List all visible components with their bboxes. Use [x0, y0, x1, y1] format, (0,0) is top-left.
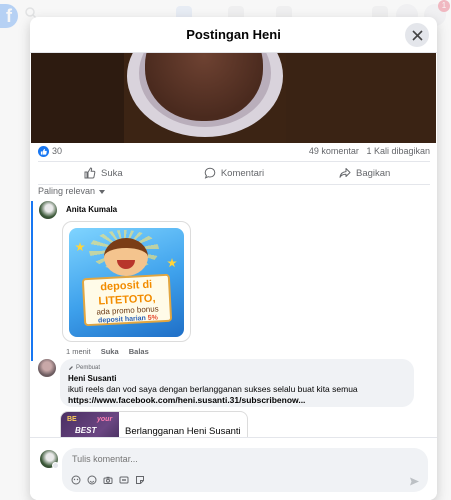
- comment-time[interactable]: 1 menit: [66, 347, 91, 356]
- gif-icon: [119, 476, 128, 483]
- comment-image[interactable]: deposit di LITETOTO, ada promo bonus dep…: [62, 221, 191, 342]
- comment-link[interactable]: https://www.facebook.com/heni.susanti.31…: [68, 395, 406, 406]
- post-action-bar: Suka Komentari Bagikan: [38, 161, 430, 185]
- highlight-thread-line: [31, 201, 33, 361]
- thumbs-up-icon: [84, 167, 96, 179]
- comment-share-counts: 49 komentar 1 Kali dibagikan: [309, 146, 430, 156]
- like-button[interactable]: Suka: [38, 162, 169, 184]
- comment-input[interactable]: [72, 454, 372, 464]
- send-button[interactable]: [409, 474, 420, 492]
- comment-button-label: Komentari: [220, 167, 265, 179]
- chevron-down-icon: [99, 189, 106, 194]
- avatar-sticker-icon: [71, 475, 80, 484]
- emoji-icon: [87, 475, 96, 484]
- comment-count[interactable]: 49 komentar: [309, 146, 359, 156]
- star-icon: [75, 242, 85, 252]
- cartoon-boy: [104, 238, 148, 276]
- send-icon: [410, 477, 419, 486]
- gif-button[interactable]: [118, 474, 129, 485]
- close-button[interactable]: [405, 23, 429, 47]
- sticker-icon: [135, 475, 144, 484]
- comment-author-name[interactable]: Heni Susanti: [68, 374, 406, 385]
- sticker-button[interactable]: [134, 474, 145, 485]
- post-photo[interactable]: [31, 53, 436, 143]
- comment-bubble: Pembuat Heni Susanti ikuti reels dan vod…: [60, 359, 414, 407]
- link-preview-title: Berlangganan Heni Susanti: [125, 426, 241, 437]
- comment-button[interactable]: Komentari: [169, 162, 300, 184]
- share-button[interactable]: Bagikan: [299, 162, 430, 184]
- promo-sticker: deposit di LITETOTO, ada promo bonus dep…: [69, 228, 184, 337]
- share-button-label: Bagikan: [356, 167, 391, 179]
- modal-title: Postingan Heni: [186, 27, 281, 42]
- like-button-label: Suka: [101, 167, 123, 179]
- comment-meta: 1 menit Suka Balas: [66, 347, 157, 356]
- link-thumbnail: BE your BEST: [61, 412, 119, 437]
- comment-sort-dropdown[interactable]: Paling relevan: [38, 186, 106, 196]
- star-icon: [167, 258, 177, 268]
- avatar-sticker-button[interactable]: [70, 474, 81, 485]
- sticker-sign: deposit di LITETOTO, ada promo bonus dep…: [81, 273, 173, 327]
- modal-header: Postingan Heni: [30, 17, 437, 53]
- composer-tools: [70, 474, 145, 485]
- like-reaction-icon[interactable]: [38, 146, 49, 157]
- photo-background: [31, 53, 124, 143]
- avatar[interactable]: [39, 201, 57, 219]
- camera-button[interactable]: [102, 474, 113, 485]
- link-preview-card[interactable]: BE your BEST Berlangganan Heni Susanti: [60, 411, 248, 437]
- share-icon: [339, 168, 351, 178]
- author-badge: Pembuat: [68, 363, 406, 374]
- comment-reply-link[interactable]: Balas: [129, 347, 149, 356]
- post-scroll-area[interactable]: 30 49 komentar 1 Kali dibagikan Suka Kom…: [30, 53, 437, 437]
- comment-text: ikuti reels dan vod saya dengan berlangg…: [68, 384, 358, 394]
- comment-author-name[interactable]: Anita Kumala: [66, 205, 117, 214]
- avatar[interactable]: [40, 450, 59, 469]
- emoji-button[interactable]: [86, 474, 97, 485]
- close-icon: [411, 29, 423, 41]
- post-modal: Postingan Heni 30 49 komentar 1 Kali dib…: [30, 17, 437, 500]
- comment-composer: [30, 437, 437, 500]
- avatar-status-dot: [52, 462, 59, 469]
- like-count[interactable]: 30: [52, 146, 62, 156]
- avatar[interactable]: [38, 359, 56, 377]
- reaction-stats: 30 49 komentar 1 Kali dibagikan: [38, 145, 430, 161]
- camera-icon: [103, 476, 112, 484]
- share-count[interactable]: 1 Kali dibagikan: [366, 146, 430, 156]
- comment-input-box[interactable]: [62, 448, 428, 492]
- sort-label: Paling relevan: [38, 186, 96, 196]
- pen-icon: [69, 366, 73, 371]
- photo-background: [286, 53, 436, 143]
- comment-icon: [204, 167, 216, 179]
- comment-like-link[interactable]: Suka: [101, 347, 119, 356]
